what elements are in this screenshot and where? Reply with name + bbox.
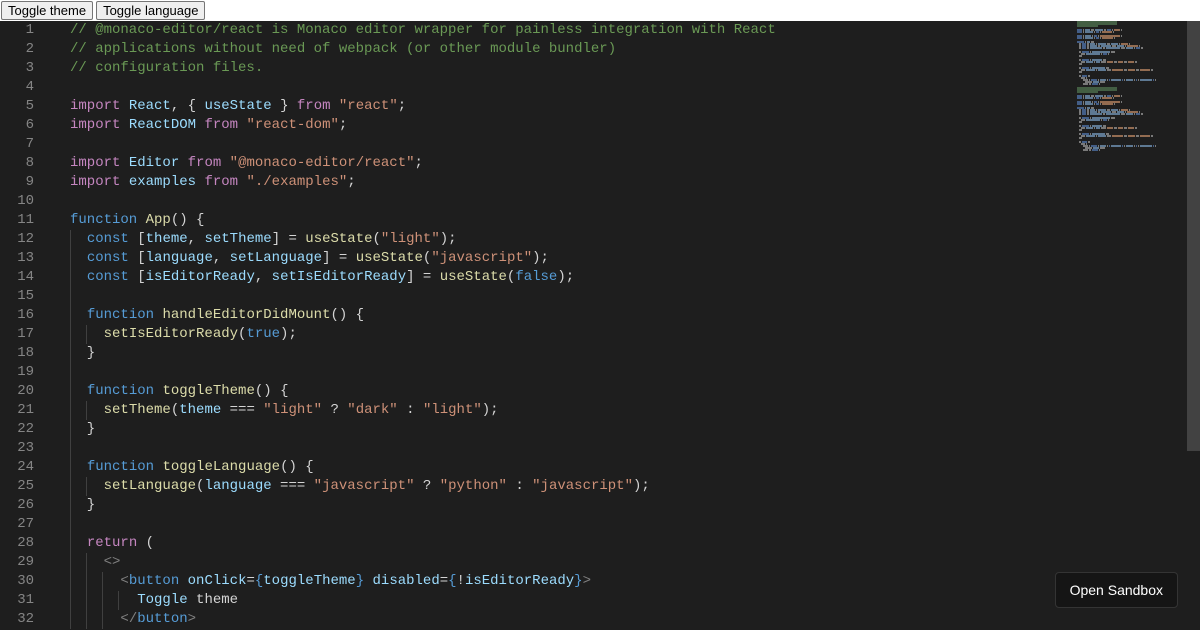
line-number: 31 <box>0 591 58 610</box>
code-line[interactable] <box>58 287 1200 306</box>
line-number: 4 <box>0 78 58 97</box>
code-line[interactable]: function handleEditorDidMount() { <box>58 306 1200 325</box>
toggle-theme-button[interactable]: Toggle theme <box>1 1 93 20</box>
line-number: 26 <box>0 496 58 515</box>
code-line[interactable]: import ReactDOM from "react-dom"; <box>58 116 1200 135</box>
line-number: 21 <box>0 401 58 420</box>
code-line[interactable] <box>58 192 1200 211</box>
line-number: 7 <box>0 135 58 154</box>
line-number: 8 <box>0 154 58 173</box>
code-line[interactable]: } <box>58 420 1200 439</box>
line-number: 9 <box>0 173 58 192</box>
code-line[interactable]: } <box>58 344 1200 363</box>
code-line[interactable]: setTheme(theme === "light" ? "dark" : "l… <box>58 401 1200 420</box>
code-line[interactable]: import React, { useState } from "react"; <box>58 97 1200 116</box>
line-number: 6 <box>0 116 58 135</box>
line-number: 27 <box>0 515 58 534</box>
code-line[interactable] <box>58 363 1200 382</box>
code-line[interactable]: import examples from "./examples"; <box>58 173 1200 192</box>
line-number: 16 <box>0 306 58 325</box>
line-number: 13 <box>0 249 58 268</box>
line-number: 15 <box>0 287 58 306</box>
line-number: 1 <box>0 21 58 40</box>
code-line[interactable]: const [language, setLanguage] = useState… <box>58 249 1200 268</box>
minimap[interactable] <box>1077 21 1187 630</box>
code-line[interactable]: </button> <box>58 610 1200 629</box>
line-number: 25 <box>0 477 58 496</box>
code-line[interactable]: setLanguage(language === "javascript" ? … <box>58 477 1200 496</box>
code-line[interactable]: // configuration files. <box>58 59 1200 78</box>
code-line[interactable]: const [theme, setTheme] = useState("ligh… <box>58 230 1200 249</box>
line-number: 22 <box>0 420 58 439</box>
line-number-gutter: 1234567891011121314151617181920212223242… <box>0 21 58 630</box>
line-number: 10 <box>0 192 58 211</box>
line-number: 20 <box>0 382 58 401</box>
line-number: 32 <box>0 610 58 629</box>
code-editor[interactable]: 1234567891011121314151617181920212223242… <box>0 21 1200 630</box>
line-number: 30 <box>0 572 58 591</box>
code-line[interactable]: <> <box>58 553 1200 572</box>
line-number: 12 <box>0 230 58 249</box>
code-line[interactable]: Toggle theme <box>58 591 1200 610</box>
code-line[interactable]: } <box>58 496 1200 515</box>
code-line[interactable]: const [isEditorReady, setIsEditorReady] … <box>58 268 1200 287</box>
code-line[interactable]: return ( <box>58 534 1200 553</box>
code-line[interactable]: <button onClick={toggleTheme} disabled={… <box>58 572 1200 591</box>
vertical-scrollbar[interactable] <box>1187 21 1200 630</box>
line-number: 17 <box>0 325 58 344</box>
code-line[interactable] <box>58 78 1200 97</box>
open-sandbox-button[interactable]: Open Sandbox <box>1055 572 1178 608</box>
code-line[interactable]: function App() { <box>58 211 1200 230</box>
top-toolbar: Toggle theme Toggle language <box>0 0 1200 21</box>
code-line[interactable]: setIsEditorReady(true); <box>58 325 1200 344</box>
vertical-scrollbar-thumb[interactable] <box>1187 21 1200 451</box>
line-number: 3 <box>0 59 58 78</box>
code-line[interactable]: function toggleLanguage() { <box>58 458 1200 477</box>
line-number: 18 <box>0 344 58 363</box>
line-number: 23 <box>0 439 58 458</box>
line-number: 29 <box>0 553 58 572</box>
line-number: 19 <box>0 363 58 382</box>
code-line[interactable] <box>58 135 1200 154</box>
line-number: 5 <box>0 97 58 116</box>
code-line[interactable]: import Editor from "@monaco-editor/react… <box>58 154 1200 173</box>
code-line[interactable] <box>58 439 1200 458</box>
code-line[interactable]: // applications without need of webpack … <box>58 40 1200 59</box>
line-number: 24 <box>0 458 58 477</box>
code-area[interactable]: // @monaco-editor/react is Monaco editor… <box>58 21 1200 630</box>
code-line[interactable]: function toggleTheme() { <box>58 382 1200 401</box>
code-line[interactable] <box>58 515 1200 534</box>
code-line[interactable]: // @monaco-editor/react is Monaco editor… <box>58 21 1200 40</box>
line-number: 2 <box>0 40 58 59</box>
toggle-language-button[interactable]: Toggle language <box>96 1 205 20</box>
line-number: 28 <box>0 534 58 553</box>
line-number: 14 <box>0 268 58 287</box>
line-number: 11 <box>0 211 58 230</box>
